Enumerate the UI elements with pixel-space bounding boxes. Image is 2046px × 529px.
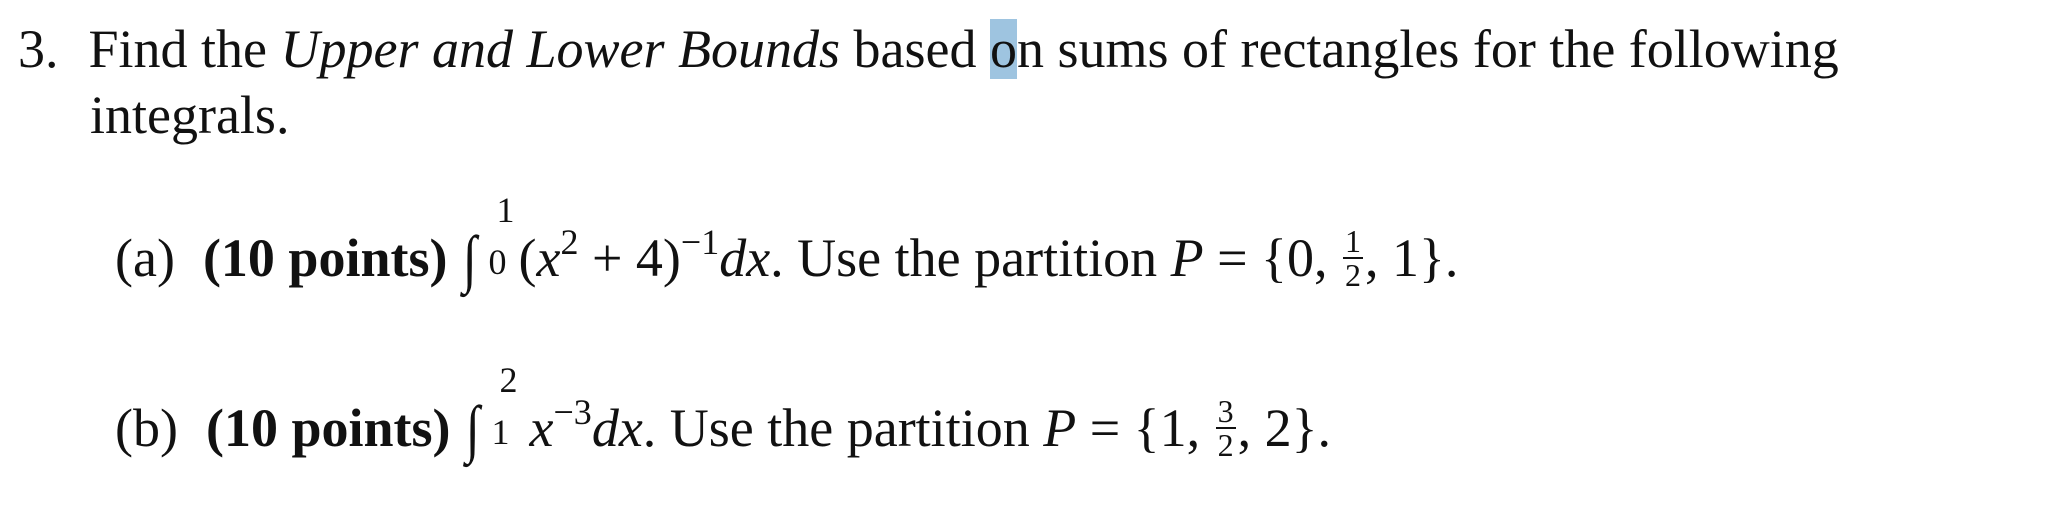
exponent: 2 [560,222,579,262]
partition-set-start: = {0, [1203,228,1341,288]
integral-upper-limit: 1 [496,190,515,230]
part-a-instruction: . Use the partition [770,228,1171,288]
intro-text-2: based [840,19,990,79]
intro-emphasis: Upper and Lower Bounds [280,19,841,79]
partition-set-start: = {1, [1076,398,1214,458]
part-a: (a) (10 points) ∫ 1 0 (x2 + 4)−1dx. Use the … [115,192,1459,297]
part-b-instruction: . Use the partition [642,398,1044,458]
plus-term: + 4) [578,228,681,288]
integral-upper-limit: 2 [499,360,518,400]
part-b-points: (10 points) [205,398,451,458]
integral-sign: ∫ [465,393,480,464]
integral-lower-limit: 0 [488,242,507,282]
integral-lower-limit: 1 [491,412,510,452]
var-x: x [529,398,554,458]
fraction-denominator: 2 [1217,426,1234,463]
part-a-points: (10 points) [202,228,448,288]
text-selection-highlight[interactable]: o [989,19,1017,79]
problem-number: 3. [18,19,59,79]
partition-var: P [1043,398,1077,458]
outer-exponent: −1 [680,222,720,262]
fraction-numerator: 1 [1342,222,1363,259]
partition-set-end: , 2}. [1237,398,1331,458]
part-b: (b) (10 points) ∫ 2 1 x−3dx. Use the partiti… [115,362,1331,467]
open-paren: ( [518,228,537,288]
problem-line-1: 3. Find the Upper and Lower Bounds based … [18,19,1839,79]
intro-text-line2: integrals. [90,85,290,145]
part-a-integral: ∫ 1 0 (x2 + 4)−1dx [461,192,771,294]
var-x: x [536,228,561,288]
partition-var: P [1170,228,1204,288]
fraction-numerator: 3 [1215,392,1236,429]
differential: dx [591,398,643,458]
integral-sign: ∫ [462,223,477,294]
part-b-integral: ∫ 2 1 x−3dx [464,362,643,464]
fraction: 12 [1342,222,1363,293]
part-b-label: (b) [115,398,178,458]
fraction-denominator: 2 [1344,256,1361,293]
part-a-label: (a) [115,228,175,288]
differential: dx [719,228,771,288]
intro-text-1: Find the [88,19,281,79]
intro-text-3: n sums of rectangles for the following [1016,19,1839,79]
exponent: −3 [553,392,592,432]
fraction: 32 [1215,392,1236,463]
problem-line-2: integrals. [90,88,289,142]
partition-set-end: , 1}. [1364,228,1459,288]
